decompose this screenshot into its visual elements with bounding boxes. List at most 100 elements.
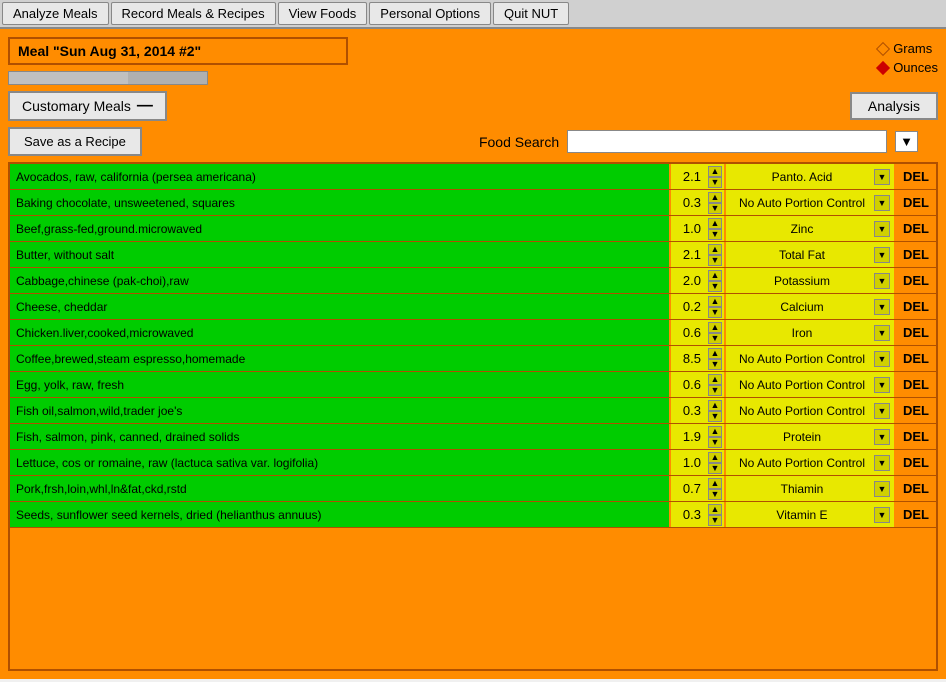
del-button[interactable]: DEL — [896, 502, 936, 527]
analysis-button[interactable]: Analysis — [850, 92, 938, 120]
ounces-label: Ounces — [893, 60, 938, 75]
qty-up-button[interactable]: ▲ — [708, 348, 722, 359]
del-button[interactable]: DEL — [896, 346, 936, 371]
qty-up-button[interactable]: ▲ — [708, 244, 722, 255]
qty-down-button[interactable]: ▼ — [708, 463, 722, 474]
food-name[interactable]: Fish, salmon, pink, canned, drained soli… — [10, 424, 671, 449]
del-button[interactable]: DEL — [896, 190, 936, 215]
qty-down-button[interactable]: ▼ — [708, 385, 722, 396]
del-button[interactable]: DEL — [896, 320, 936, 345]
nutrient-dropdown[interactable]: ▼ — [874, 273, 890, 289]
del-button[interactable]: DEL — [896, 164, 936, 189]
qty-up-button[interactable]: ▲ — [708, 400, 722, 411]
food-name[interactable]: Pork,frsh,loin,whl,ln&fat,ckd,rstd — [10, 476, 671, 501]
table-row: Baking chocolate, unsweetened, squares 0… — [10, 190, 936, 216]
del-button[interactable]: DEL — [896, 372, 936, 397]
qty-area: 0.6 ▲ ▼ — [671, 372, 726, 397]
nutrient-area: Panto. Acid ▼ — [726, 164, 896, 189]
qty-down-button[interactable]: ▼ — [708, 307, 722, 318]
qty-up-button[interactable]: ▲ — [708, 166, 722, 177]
nutrient-dropdown[interactable]: ▼ — [874, 377, 890, 393]
qty-down-button[interactable]: ▼ — [708, 177, 722, 188]
table-row: Butter, without salt 2.1 ▲ ▼ Total Fat ▼… — [10, 242, 936, 268]
qty-up-button[interactable]: ▲ — [708, 374, 722, 385]
del-button[interactable]: DEL — [896, 424, 936, 449]
qty-up-button[interactable]: ▲ — [708, 478, 722, 489]
qty-value: 2.1 — [673, 247, 701, 262]
qty-down-button[interactable]: ▼ — [708, 203, 722, 214]
nutrient-dropdown[interactable]: ▼ — [874, 169, 890, 185]
qty-up-button[interactable]: ▲ — [708, 296, 722, 307]
nutrient-name: No Auto Portion Control — [730, 378, 874, 392]
qty-up-button[interactable]: ▲ — [708, 504, 722, 515]
qty-area: 1.0 ▲ ▼ — [671, 450, 726, 475]
qty-up-button[interactable]: ▲ — [708, 452, 722, 463]
qty-spinner: ▲ ▼ — [708, 190, 722, 215]
qty-up-button[interactable]: ▲ — [708, 218, 722, 229]
qty-down-button[interactable]: ▼ — [708, 515, 722, 526]
nutrient-dropdown[interactable]: ▼ — [874, 481, 890, 497]
del-button[interactable]: DEL — [896, 450, 936, 475]
qty-down-button[interactable]: ▼ — [708, 411, 722, 422]
nutrient-dropdown[interactable]: ▼ — [874, 455, 890, 471]
nutrient-dropdown[interactable]: ▼ — [874, 195, 890, 211]
qty-down-button[interactable]: ▼ — [708, 489, 722, 500]
nutrient-dropdown[interactable]: ▼ — [874, 247, 890, 263]
qty-up-button[interactable]: ▲ — [708, 426, 722, 437]
top-row: Meal "Sun Aug 31, 2014 #2" Grams Ounces — [8, 37, 938, 85]
food-name[interactable]: Chicken.liver,cooked,microwaved — [10, 320, 671, 345]
nutrient-name: Zinc — [730, 222, 874, 236]
nutrient-dropdown[interactable]: ▼ — [874, 429, 890, 445]
second-row: Customary Meals — Analysis — [8, 91, 938, 121]
food-search-input[interactable] — [567, 130, 887, 153]
qty-up-button[interactable]: ▲ — [708, 322, 722, 333]
qty-down-button[interactable]: ▼ — [708, 437, 722, 448]
del-button[interactable]: DEL — [896, 268, 936, 293]
food-name[interactable]: Avocados, raw, california (persea americ… — [10, 164, 671, 189]
search-dropdown[interactable]: ▼ — [895, 131, 918, 152]
nutrient-dropdown[interactable]: ▼ — [874, 507, 890, 523]
menu-item-view-foods[interactable]: View Foods — [278, 2, 368, 25]
nutrient-dropdown[interactable]: ▼ — [874, 221, 890, 237]
food-name[interactable]: Lettuce, cos or romaine, raw (lactuca sa… — [10, 450, 671, 475]
del-button[interactable]: DEL — [896, 294, 936, 319]
qty-down-button[interactable]: ▼ — [708, 333, 722, 344]
qty-spinner: ▲ ▼ — [708, 320, 722, 345]
ounces-option[interactable]: Ounces — [878, 60, 938, 75]
food-name[interactable]: Butter, without salt — [10, 242, 671, 267]
qty-value: 1.0 — [673, 455, 701, 470]
qty-up-button[interactable]: ▲ — [708, 270, 722, 281]
food-name[interactable]: Cheese, cheddar — [10, 294, 671, 319]
nutrient-dropdown[interactable]: ▼ — [874, 299, 890, 315]
grams-option[interactable]: Grams — [878, 41, 938, 56]
del-button[interactable]: DEL — [896, 476, 936, 501]
food-name[interactable]: Egg, yolk, raw, fresh — [10, 372, 671, 397]
qty-spinner: ▲ ▼ — [708, 294, 722, 319]
qty-value: 8.5 — [673, 351, 701, 366]
nutrient-dropdown[interactable]: ▼ — [874, 351, 890, 367]
qty-down-button[interactable]: ▼ — [708, 255, 722, 266]
del-button[interactable]: DEL — [896, 398, 936, 423]
qty-spinner: ▲ ▼ — [708, 398, 722, 423]
menu-item-record-meals[interactable]: Record Meals & Recipes — [111, 2, 276, 25]
menu-item-personal-options[interactable]: Personal Options — [369, 2, 491, 25]
food-name[interactable]: Seeds, sunflower seed kernels, dried (he… — [10, 502, 671, 527]
qty-up-button[interactable]: ▲ — [708, 192, 722, 203]
save-recipe-button[interactable]: Save as a Recipe — [8, 127, 142, 156]
qty-down-button[interactable]: ▼ — [708, 281, 722, 292]
qty-down-button[interactable]: ▼ — [708, 229, 722, 240]
food-name[interactable]: Baking chocolate, unsweetened, squares — [10, 190, 671, 215]
food-name[interactable]: Cabbage,chinese (pak-choi),raw — [10, 268, 671, 293]
menu-item-quit-nut[interactable]: Quit NUT — [493, 2, 569, 25]
menu-item-analyze-meals[interactable]: Analyze Meals — [2, 2, 109, 25]
qty-down-button[interactable]: ▼ — [708, 359, 722, 370]
nutrient-dropdown[interactable]: ▼ — [874, 325, 890, 341]
qty-area: 0.3 ▲ ▼ — [671, 398, 726, 423]
customary-meals-button[interactable]: Customary Meals — — [8, 91, 167, 121]
del-button[interactable]: DEL — [896, 242, 936, 267]
del-button[interactable]: DEL — [896, 216, 936, 241]
nutrient-dropdown[interactable]: ▼ — [874, 403, 890, 419]
food-name[interactable]: Fish oil,salmon,wild,trader joe's — [10, 398, 671, 423]
food-name[interactable]: Beef,grass-fed,ground.microwaved — [10, 216, 671, 241]
food-name[interactable]: Coffee,brewed,steam espresso,homemade — [10, 346, 671, 371]
